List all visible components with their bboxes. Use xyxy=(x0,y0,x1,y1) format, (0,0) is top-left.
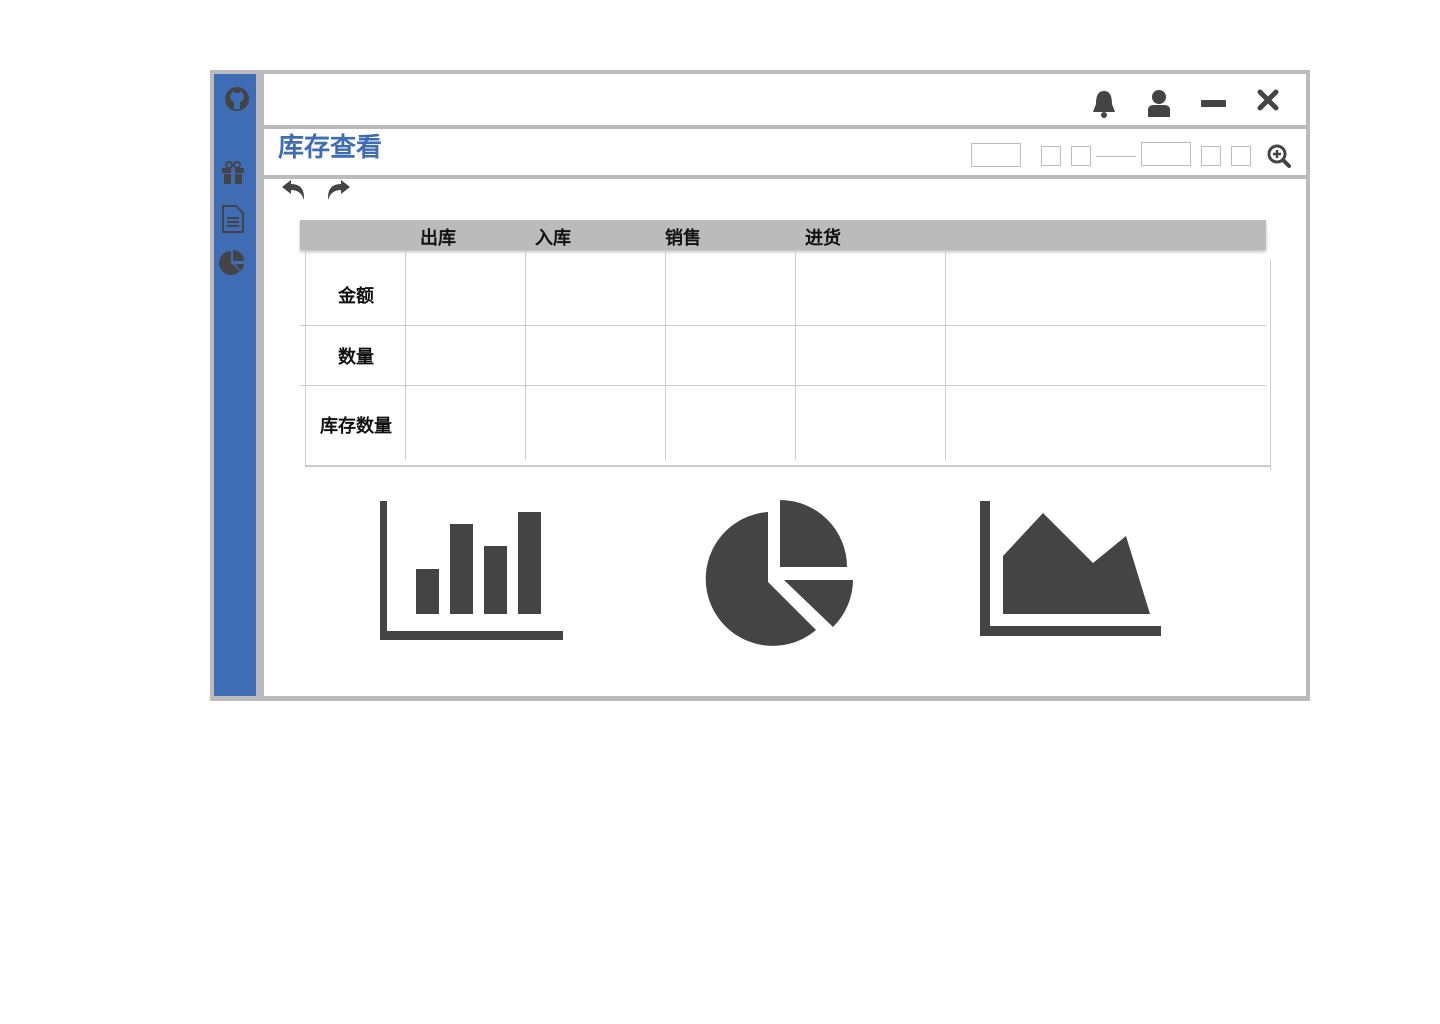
row-label: 金额 xyxy=(338,286,374,307)
undo-icon[interactable] xyxy=(280,178,308,202)
checkbox[interactable] xyxy=(1201,146,1221,166)
grid-line xyxy=(795,250,796,460)
pie-chart-icon[interactable] xyxy=(218,248,248,278)
row-label: 数量 xyxy=(338,347,374,368)
grid-line xyxy=(305,465,1271,467)
grid-line xyxy=(945,250,946,460)
grid-line xyxy=(525,250,526,460)
user-icon[interactable] xyxy=(1145,88,1173,120)
column-header: 入库 xyxy=(535,228,571,249)
document-icon[interactable] xyxy=(220,204,246,234)
row-label: 库存数量 xyxy=(320,416,392,437)
column-header: 销售 xyxy=(665,228,701,249)
checkbox[interactable] xyxy=(1071,146,1091,166)
column-header: 进货 xyxy=(805,228,841,249)
bell-icon[interactable] xyxy=(1090,88,1118,120)
grid-line xyxy=(300,385,1266,386)
bar-chart-icon[interactable] xyxy=(380,498,566,640)
close-icon[interactable] xyxy=(1256,88,1280,112)
divider xyxy=(264,175,1306,179)
checkbox[interactable] xyxy=(1231,146,1251,166)
redo-icon[interactable] xyxy=(324,178,352,202)
range-separator xyxy=(1096,156,1136,157)
minimize-icon[interactable] xyxy=(1201,100,1226,107)
github-icon[interactable] xyxy=(222,84,252,114)
area-chart-icon[interactable] xyxy=(978,498,1164,640)
divider xyxy=(264,125,1306,129)
filter-input[interactable] xyxy=(971,143,1021,167)
grid-line xyxy=(1270,260,1271,470)
gift-icon[interactable] xyxy=(219,160,247,186)
zoom-in-icon[interactable] xyxy=(1266,143,1292,169)
checkbox[interactable] xyxy=(1041,146,1061,166)
date-input[interactable] xyxy=(1141,142,1191,166)
grid-line xyxy=(665,250,666,460)
column-header: 出库 xyxy=(420,228,456,249)
pie-chart-icon[interactable] xyxy=(698,498,856,648)
grid-line xyxy=(300,325,1266,326)
page-title: 库存查看 xyxy=(278,133,383,163)
